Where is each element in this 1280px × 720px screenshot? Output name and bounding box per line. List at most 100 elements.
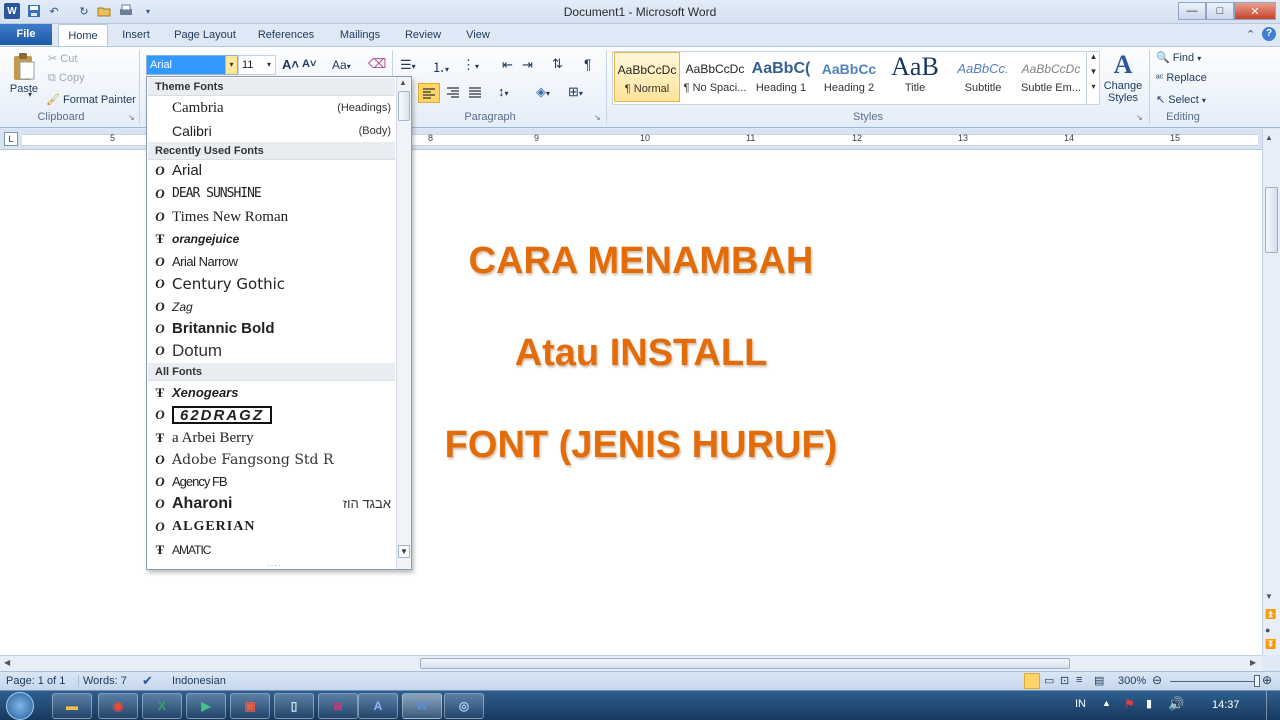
horizontal-scroll-thumb[interactable] — [420, 658, 1070, 669]
browse-object-icon[interactable]: ● — [1265, 625, 1270, 635]
font-option-agency-fb[interactable]: O Agency FB — [148, 471, 395, 493]
font-option-dotum[interactable]: O Dotum — [148, 340, 395, 362]
scroll-up-icon[interactable]: ▲ — [1265, 133, 1273, 142]
grow-font-button[interactable]: A˄ — [282, 57, 299, 72]
style-subtle-emphasis[interactable]: AaBbCcDc Subtle Em... — [1018, 52, 1084, 102]
font-list-scroll-up-icon[interactable]: ▲ — [399, 78, 407, 87]
winrar-taskbar-icon[interactable]: ≣ — [318, 693, 358, 719]
draft-view-icon[interactable]: ▤ — [1094, 674, 1104, 687]
shrink-font-button[interactable]: A˅ — [302, 58, 316, 70]
font-option-algerian[interactable]: O ALGERIAN — [148, 516, 395, 538]
tab-page-layout[interactable]: Page Layout — [168, 24, 242, 46]
font-option-arial[interactable]: O Arial — [148, 160, 395, 182]
tab-references[interactable]: References — [250, 24, 322, 46]
image-taskbar-icon[interactable]: ▣ — [230, 693, 270, 719]
outline-view-icon[interactable]: ≡ — [1076, 674, 1082, 686]
next-page-icon[interactable]: ⏬ — [1265, 639, 1276, 650]
styles-more-icon[interactable]: ▾ — [1087, 82, 1100, 91]
tab-review[interactable]: Review — [398, 24, 448, 46]
help-icon[interactable]: ? — [1262, 27, 1276, 41]
font-option-adobe-fangsong[interactable]: O Adobe Fangsong Std R — [148, 449, 395, 471]
tab-view[interactable]: View — [456, 24, 500, 46]
network-icon[interactable]: ▮ — [1146, 697, 1152, 710]
style-title[interactable]: AaB Title — [882, 52, 948, 102]
explorer-taskbar-icon[interactable]: ▬ — [52, 693, 92, 719]
font-option-arial-narrow[interactable]: O Arial Narrow — [148, 251, 395, 273]
find-button[interactable]: 🔍 Find ▾ — [1156, 51, 1201, 64]
scroll-down-icon[interactable]: ▼ — [1265, 592, 1273, 601]
proofing-icon[interactable]: ✔ — [142, 673, 153, 689]
font-option-62dragz[interactable]: O 62DRAGZ — [148, 404, 395, 426]
sort-icon[interactable]: ⇅ — [552, 56, 563, 72]
style-heading-2[interactable]: AaBbCc Heading 2 — [816, 52, 882, 102]
decrease-indent-icon[interactable]: ⇤ — [502, 57, 513, 73]
ribbon-minimize-icon[interactable]: ⌃ — [1246, 28, 1255, 41]
styles-scroll[interactable]: ▲ ▼ ▾ — [1086, 52, 1100, 104]
clipboard-launcher-icon[interactable]: ↘ — [128, 113, 135, 122]
styles-launcher-icon[interactable]: ↘ — [1136, 113, 1143, 122]
font-option-aharoni[interactable]: O Aharoni אבגד הוז — [148, 493, 395, 515]
tab-home[interactable]: Home — [58, 24, 108, 46]
change-case-button[interactable]: Aa▾ — [332, 58, 351, 72]
font-list-scroll-thumb[interactable] — [398, 91, 410, 121]
font-list-scroll-down-icon[interactable]: ▼ — [398, 545, 410, 558]
font-name-dropdown-icon[interactable]: ▾ — [225, 56, 237, 74]
font-size-box[interactable]: 11 ▾ — [238, 55, 276, 75]
align-left-button[interactable] — [418, 83, 440, 103]
zoom-slider-track[interactable] — [1170, 681, 1260, 682]
font-option-amatic[interactable]: Ŧ AMATIC — [148, 539, 395, 561]
font-option-century-gothic[interactable]: O Century Gothic — [148, 273, 395, 295]
volume-icon[interactable]: 🔊 — [1168, 696, 1184, 712]
select-button[interactable]: ↖ Select ▾ — [1156, 93, 1206, 106]
align-right-button[interactable] — [444, 83, 464, 103]
font-option-britannic-bold[interactable]: O Britannic Bold — [148, 318, 395, 340]
scroll-left-icon[interactable]: ◀ — [4, 658, 10, 667]
input-language[interactable]: IN — [1075, 698, 1086, 710]
font-option-orangejuice[interactable]: Ŧorangejuice — [148, 228, 395, 250]
style-normal[interactable]: AaBbCcDc ¶ Normal — [614, 52, 680, 102]
format-painter-button[interactable]: 🖌 Format Painter — [46, 93, 136, 106]
shading-icon[interactable]: ◈▾ — [536, 84, 550, 100]
paint-taskbar-icon[interactable]: ◎ — [444, 693, 484, 719]
font-dropdown-list[interactable]: Theme Fonts Cambria (Headings) Calibri (… — [146, 76, 412, 570]
tray-expand-icon[interactable]: ▲ — [1102, 698, 1111, 708]
styles-up-icon[interactable]: ▲ — [1087, 52, 1100, 61]
font-list-scrollbar[interactable]: ▲ ▼ — [396, 77, 411, 569]
numbering-icon[interactable]: ⒈▾ — [432, 57, 449, 76]
language-indicator[interactable]: Indonesian — [172, 675, 226, 687]
font-manager-taskbar-icon[interactable]: A — [358, 693, 398, 719]
paste-dropdown-icon[interactable]: ▾ — [28, 90, 32, 99]
tab-mailings[interactable]: Mailings — [330, 24, 390, 46]
minimize-button[interactable]: — — [1178, 2, 1206, 20]
increase-indent-icon[interactable]: ⇥ — [522, 57, 533, 73]
tab-file[interactable]: File — [0, 24, 52, 45]
word-taskbar-icon[interactable]: W — [402, 693, 442, 719]
resize-grip-icon[interactable]: ···· — [267, 561, 282, 570]
print-layout-view-icon[interactable] — [1024, 673, 1040, 689]
start-button[interactable] — [6, 692, 34, 720]
tab-selector-icon[interactable]: L — [4, 132, 18, 146]
web-layout-view-icon[interactable]: ⊡ — [1060, 674, 1069, 687]
show-desktop-button[interactable] — [1266, 691, 1280, 720]
show-formatting-button[interactable]: ¶ — [584, 56, 592, 72]
style-no-spacing[interactable]: AaBbCcDc ¶ No Spaci... — [682, 52, 748, 102]
paste-button[interactable]: Paste — [8, 52, 40, 104]
word-count[interactable]: Words: 7 — [78, 675, 127, 687]
page-count[interactable]: Page: 1 of 1 — [6, 675, 65, 687]
font-option-cambria[interactable]: Cambria (Headings) — [148, 97, 395, 119]
borders-icon[interactable]: ⊞▾ — [568, 84, 583, 100]
change-styles-button[interactable]: A Change Styles — [1102, 50, 1144, 108]
cut-button[interactable]: ✂ Cut — [48, 52, 77, 65]
font-name-input[interactable] — [147, 56, 225, 74]
font-name-box[interactable]: ▾ — [146, 55, 238, 75]
clock[interactable]: 14:37 — [1212, 699, 1240, 711]
font-option-xenogears[interactable]: Ŧ Xenogears — [148, 382, 395, 404]
multilevel-list-icon[interactable]: ⋮▾ — [462, 57, 479, 73]
style-heading-1[interactable]: AaBbC( Heading 1 — [748, 52, 814, 102]
scroll-right-icon[interactable]: ▶ — [1250, 658, 1256, 667]
app-taskbar-icon[interactable]: ▶ — [186, 693, 226, 719]
chrome-taskbar-icon[interactable]: ◉ — [98, 693, 138, 719]
vertical-scrollbar[interactable]: ▲ ▼ ⏫ ● ⏬ — [1262, 129, 1280, 655]
justify-button[interactable] — [466, 83, 486, 103]
zoom-slider-thumb[interactable] — [1254, 675, 1260, 687]
